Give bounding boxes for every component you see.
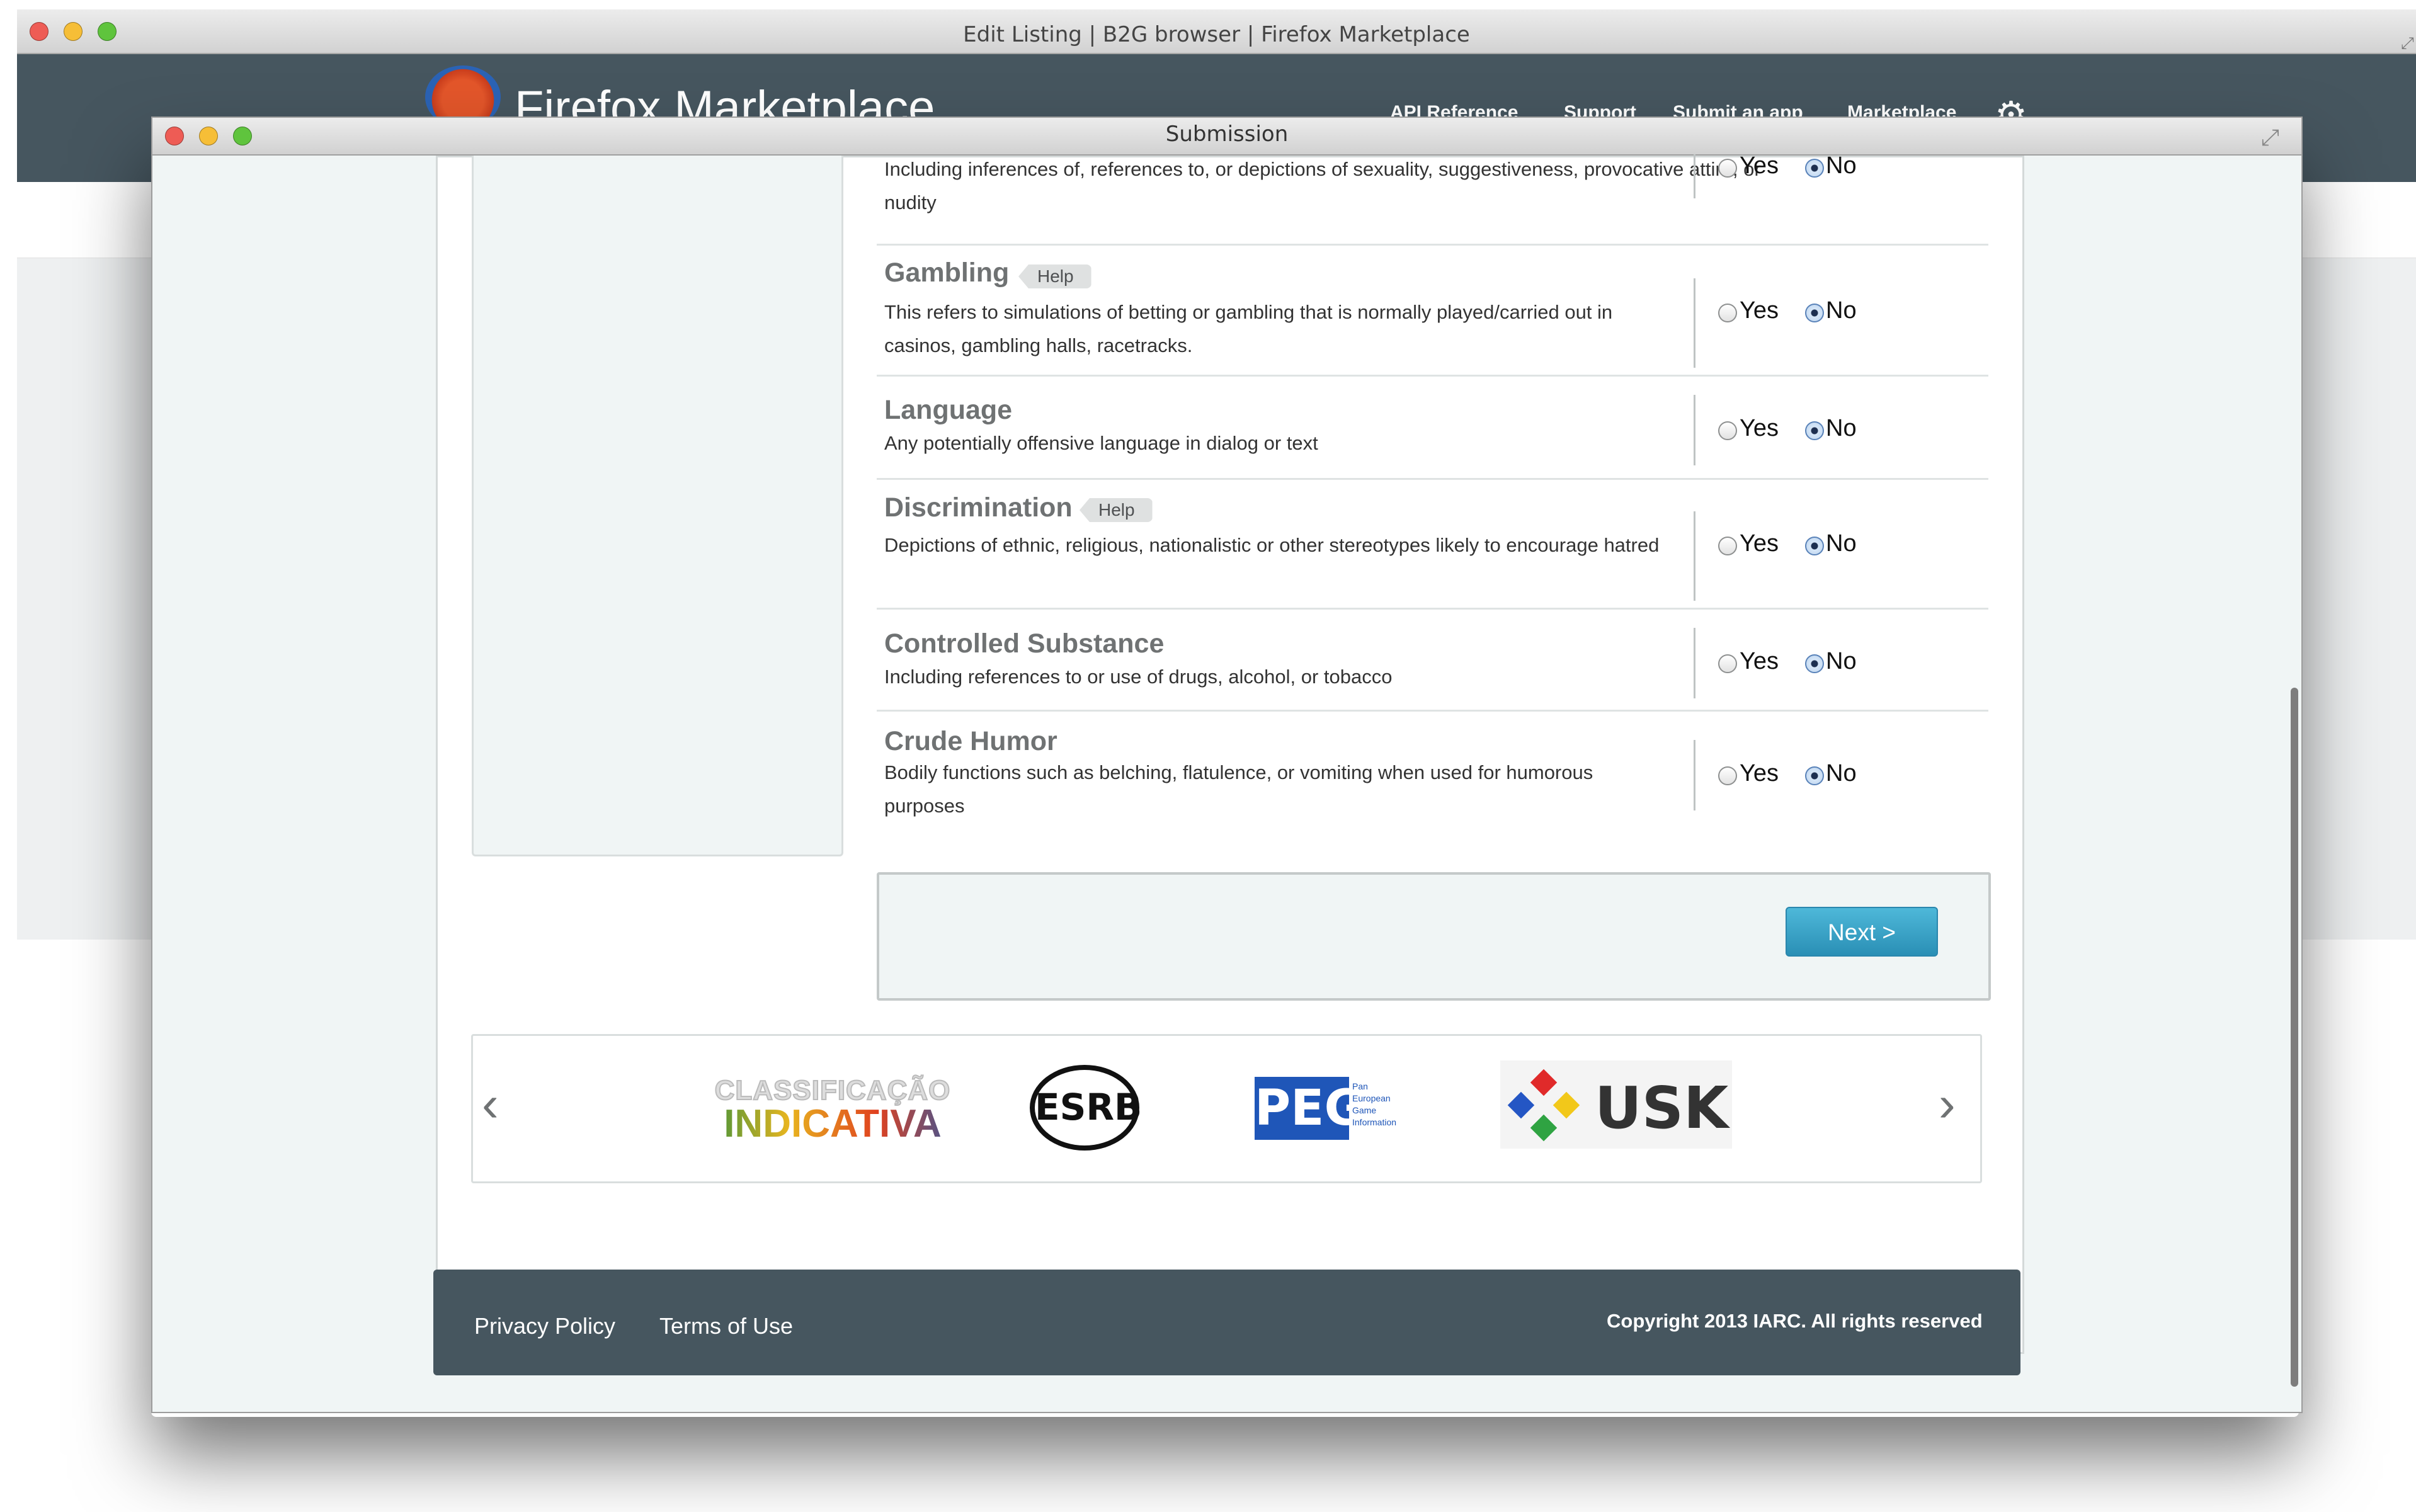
carousel-next-icon[interactable]: › xyxy=(1939,1075,1956,1133)
row-divider xyxy=(1694,154,1695,198)
carousel-prev-icon[interactable]: ‹ xyxy=(482,1075,499,1133)
radio-yes-language[interactable] xyxy=(1718,421,1737,440)
descriptor-desc-gambling: This refers to simulations of betting or… xyxy=(884,301,1613,356)
row-divider xyxy=(1694,395,1695,465)
radio-no-crude-humor[interactable] xyxy=(1805,766,1824,785)
row-separator xyxy=(877,710,1988,712)
row-separator xyxy=(877,375,1988,377)
descriptor-desc-controlled-substance: Including references to or use of drugs,… xyxy=(884,666,1393,688)
radio-no-discrimination[interactable] xyxy=(1805,537,1824,555)
row-divider xyxy=(1694,278,1695,368)
usk-diamond-icon xyxy=(1507,1069,1580,1142)
classificacao-indicativa-logo: CLASSIFICAÇÃO INDICATIVA xyxy=(700,1074,965,1146)
radio-yes-label: Yes xyxy=(1740,648,1779,674)
copyright-text: Copyright 2013 IARC. All rights reserved xyxy=(1607,1310,1983,1332)
radio-yes-label: Yes xyxy=(1740,415,1779,441)
radio-no-controlled-substance[interactable] xyxy=(1805,654,1824,673)
radio-no[interactable] xyxy=(1805,159,1824,178)
row-separator xyxy=(877,478,1988,480)
radio-no-label: No xyxy=(1826,297,1857,324)
radio-yes-label: Yes xyxy=(1740,530,1779,557)
radio-yes-label: Yes xyxy=(1740,297,1779,324)
privacy-policy-link[interactable]: Privacy Policy xyxy=(474,1313,615,1339)
pegi-logo-mark: PEGI xyxy=(1255,1077,1383,1140)
radio-no-language[interactable] xyxy=(1805,421,1824,440)
submission-window: Submission ⤢ Including inferences of, re… xyxy=(151,117,2303,1413)
row-separator xyxy=(877,608,1988,610)
radio-yes-label: Yes xyxy=(1740,760,1779,787)
descriptor-title-gambling: Gambling xyxy=(884,258,1010,288)
descriptor-title-discrimination: Discrimination xyxy=(884,492,1073,523)
row-divider xyxy=(1694,511,1695,601)
next-button[interactable]: Next > xyxy=(1786,907,1938,957)
row-separator xyxy=(877,244,1988,246)
expand-icon[interactable]: ⤢ xyxy=(2261,124,2279,151)
help-button-discrimination[interactable]: Help xyxy=(1080,498,1153,522)
descriptor-desc-discrimination: Depictions of ethnic, religious, nationa… xyxy=(884,534,1660,556)
pegi-logo-caption: Pan European Game Information xyxy=(1352,1081,1397,1127)
radio-no-label: No xyxy=(1826,415,1857,441)
radio-yes-label: Yes xyxy=(1740,152,1779,179)
pegi-logo: PEGI Pan European Game Information xyxy=(1255,1077,1399,1140)
browser-window-title: Edit Listing | B2G browser | Firefox Mar… xyxy=(963,22,1470,47)
scrollbar[interactable] xyxy=(2291,688,2298,1387)
usk-logo: USK xyxy=(1500,1060,1732,1149)
esrb-logo: ESRB xyxy=(1030,1065,1142,1151)
descriptor-desc-language: Any potentially offensive language in di… xyxy=(884,432,1318,454)
rating-logos-carousel xyxy=(471,1034,1982,1183)
browser-titlebar: Edit Listing | B2G browser | Firefox Mar… xyxy=(17,9,2416,54)
submission-title: Submission xyxy=(1165,122,1289,147)
radio-yes[interactable] xyxy=(1718,159,1737,178)
radio-yes-controlled-substance[interactable] xyxy=(1718,654,1737,673)
usk-logo-text: USK xyxy=(1595,1074,1729,1142)
classificacao-logo-bottom: INDICATIVA xyxy=(700,1101,965,1146)
radio-yes-gambling[interactable] xyxy=(1718,304,1737,322)
radio-yes-discrimination[interactable] xyxy=(1718,537,1737,555)
descriptor-title-language: Language xyxy=(884,395,1013,425)
submission-titlebar: Submission ⤢ xyxy=(152,118,2301,156)
row-divider xyxy=(1694,740,1695,810)
descriptor-desc-crude-humor: Bodily functions such as belching, flatu… xyxy=(884,761,1593,817)
radio-no-label: No xyxy=(1826,152,1857,179)
radio-yes-crude-humor[interactable] xyxy=(1718,766,1737,785)
row-divider xyxy=(1694,628,1695,698)
help-button-gambling[interactable]: Help xyxy=(1018,264,1091,288)
radio-no-label: No xyxy=(1826,530,1857,557)
radio-no-label: No xyxy=(1826,648,1857,674)
radio-no-label: No xyxy=(1826,760,1857,787)
sidebar-panel xyxy=(472,156,843,856)
descriptor-title-controlled-substance: Controlled Substance xyxy=(884,628,1165,659)
radio-no-gambling[interactable] xyxy=(1805,304,1824,322)
descriptor-title-crude-humor: Crude Humor xyxy=(884,726,1057,756)
fullscreen-icon[interactable]: ⤢ xyxy=(2401,33,2414,54)
terms-of-use-link[interactable]: Terms of Use xyxy=(659,1313,793,1339)
descriptor-desc: Including inferences of, references to, … xyxy=(884,158,1761,213)
